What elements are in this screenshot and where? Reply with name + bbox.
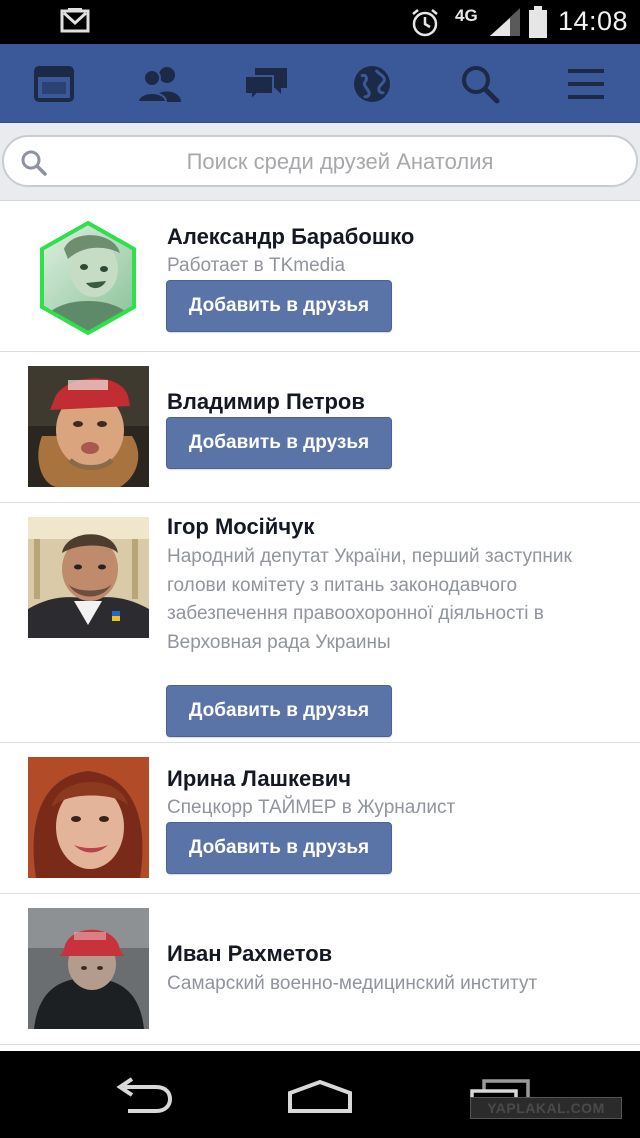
back-button[interactable] [110, 1077, 174, 1122]
list-item: Владимир Петров Добавить в друзья [0, 352, 640, 503]
friend-list: Александр Барабошко Работает в TKmedia Д… [0, 201, 640, 1051]
messages-button[interactable] [242, 62, 290, 106]
add-friend-button[interactable]: Добавить в друзья [166, 822, 392, 874]
system-navigation-bar [0, 1051, 640, 1138]
friends-search-bar [0, 123, 640, 201]
clock: 14:08 [558, 6, 629, 36]
watermark: YAPLAKAL.COM [470, 1097, 622, 1119]
list-item: Иван Рахметов Самарский военно-медицинск… [0, 894, 640, 1045]
search-input[interactable] [60, 143, 620, 181]
avatar [28, 757, 149, 878]
home-icon [288, 1079, 352, 1113]
home-button[interactable] [286, 1079, 354, 1120]
list-item: Ігор Мосійчук Народний депутат України, … [0, 503, 640, 743]
alarm-icon [412, 9, 438, 37]
avatar [28, 219, 149, 340]
friend-subtitle: Работает в TKmedia [167, 255, 346, 276]
notifications-button[interactable] [348, 62, 396, 106]
avatar [28, 908, 149, 1029]
menu-button[interactable] [562, 62, 610, 106]
avatar [28, 366, 149, 487]
add-friend-button[interactable]: Добавить в друзья [166, 685, 392, 737]
friend-subtitle: Спецкорр ТАЙМЕР в Журналист [167, 797, 456, 818]
avatar [28, 517, 149, 638]
list-item: Александр Барабошко Работает в TKmedia Д… [0, 201, 640, 352]
status-bar: 4G 14:08 [0, 0, 640, 44]
search-button[interactable] [456, 62, 504, 106]
search-box[interactable] [2, 135, 638, 187]
friend-name[interactable]: Ігор Мосійчук [167, 514, 314, 540]
friend-subtitle: Самарский военно-медицинский институт [167, 973, 538, 994]
add-friend-button[interactable]: Добавить в друзья [166, 280, 392, 332]
battery-icon [529, 6, 547, 38]
network-type: 4G [455, 6, 478, 25]
list-item: Ирина Лашкевич Спецкорр ТАЙМЕР в Журнали… [0, 743, 640, 894]
friend-name[interactable]: Иван Рахметов [167, 941, 332, 967]
friend-name[interactable]: Александр Барабошко [167, 224, 414, 250]
friend-requests-button[interactable] [136, 62, 184, 106]
search-icon [21, 150, 47, 176]
messages-icon [244, 68, 287, 102]
friend-subtitle: Народний депутат України, перший заступн… [167, 546, 572, 653]
gmail-icon [60, 8, 90, 33]
back-icon [116, 1077, 173, 1113]
menu-icon [568, 69, 604, 99]
add-friend-button[interactable]: Добавить в друзья [166, 417, 392, 469]
top-navbar [0, 44, 640, 123]
news-feed-button[interactable] [30, 62, 78, 106]
friend-name[interactable]: Владимир Петров [167, 389, 365, 415]
news-feed-icon [34, 66, 74, 102]
friend-name[interactable]: Ирина Лашкевич [167, 766, 351, 792]
search-icon [462, 66, 500, 104]
friend-requests-icon [137, 67, 181, 102]
notifications-globe-icon [354, 66, 390, 102]
signal-icon [490, 8, 520, 36]
